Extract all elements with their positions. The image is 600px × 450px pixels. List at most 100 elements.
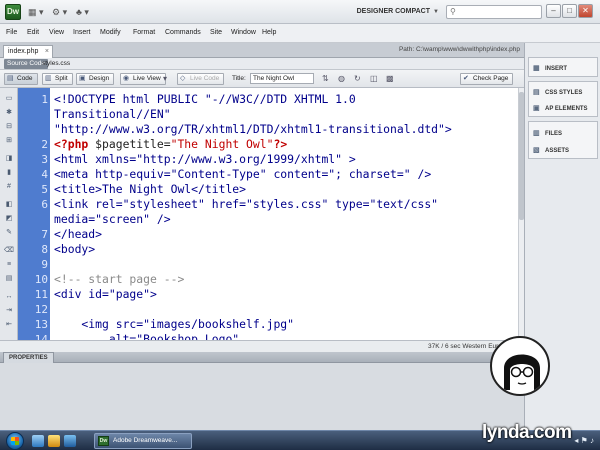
split-view-button[interactable]: ▥ Split [42,73,73,85]
select-parent-tag-icon[interactable]: ◨ [3,154,15,164]
css-styles-icon: ▤ [533,89,540,96]
preview-browser-icon[interactable]: ◍ [338,74,345,83]
code-line[interactable]: 4 <meta http-equiv="Content-Type" content… [18,167,518,182]
syntax-error-icon[interactable]: ◩ [3,214,15,224]
quick-launch-explorer-icon[interactable] [48,435,60,447]
extend-gear-icon[interactable]: ⚙ ▾ [52,6,67,18]
workspace-switcher[interactable]: DESIGNER COMPACT ▼ [352,5,440,19]
line-number: 2 [41,138,48,151]
apply-comment-icon[interactable]: ✎ [3,228,15,238]
code-view-icon: ▤ [7,75,14,82]
css-styles-panel-tab[interactable]: ▤ CSS STYLES [533,88,582,96]
validate-icon[interactable]: ▩ [386,74,394,83]
indent-code-icon[interactable]: ⇥ [3,306,15,316]
files-panel-tab[interactable]: ▥ FILES [533,129,562,137]
menu-window[interactable]: Window [231,29,256,36]
layout-menu-icon[interactable]: ▦ ▾ [28,6,44,18]
menu-view[interactable]: View [49,29,64,36]
title-label: Title: [232,75,246,82]
balance-braces-icon[interactable]: ▮ [3,168,15,178]
code-line[interactable]: 2 <?php $pagetitle="The Night Owl"?> [18,137,518,152]
code-line[interactable]: 11 <div id="page"> [18,287,518,302]
line-number: 8 [41,243,48,256]
recent-snippets-icon[interactable]: ▤ [3,274,15,284]
menu-format[interactable]: Format [133,29,155,36]
code-line[interactable]: 14 alt="Bookshop Logo" [18,332,518,340]
code-text: <meta http-equiv="Content-Type" content=… [54,167,431,182]
taskbar-dreamweaver-item[interactable]: Dw Adobe Dreamweave... [94,433,192,449]
remove-comment-icon[interactable]: ⌫ [3,246,15,256]
quick-launch-desktop-icon[interactable] [32,435,44,447]
minimize-button[interactable]: – [546,4,561,18]
menu-insert[interactable]: Insert [73,29,91,36]
outdent-code-icon[interactable]: ⇤ [3,320,15,330]
maximize-button[interactable]: □ [562,4,577,18]
code-line[interactable]: 9 [18,257,518,272]
live-view-button[interactable]: ◉ Live View [120,73,166,85]
menu-modify[interactable]: Modify [100,29,121,36]
menu-help[interactable]: Help [262,29,276,36]
related-file-styles-css[interactable]: styles.css [42,60,70,67]
close-icon[interactable]: × [45,46,49,58]
design-view-button[interactable]: ▣ Design [76,73,115,85]
system-tray-icons[interactable]: ◂ ⚑ ♪ [574,436,594,445]
quick-launch-browser-icon[interactable] [64,435,76,447]
document-tab-bar: index.php × Path: C:\wamp\www\dwwithphp\… [0,43,524,58]
close-button[interactable]: ✕ [578,4,593,18]
code-token: <body> [54,242,96,256]
code-line[interactable]: Transitional//EN" [18,107,518,122]
collapse-selection-icon[interactable]: ⊟ [3,122,15,132]
visual-aids-icon[interactable]: ◫ [370,74,378,83]
move-css-icon[interactable]: ↔ [3,292,15,302]
code-line[interactable]: 7 </head> [18,227,518,242]
code-line[interactable]: 5 <title>The Night Owl</title> [18,182,518,197]
live-view-options-icon[interactable]: ▾ [163,74,167,83]
check-page-button[interactable]: ✔ Check Page [460,73,514,85]
open-documents-icon[interactable]: ▭ [3,94,15,104]
code-line[interactable]: 13 <img src="images/bookshelf.jpg" [18,317,518,332]
menu-site[interactable]: Site [210,29,222,36]
code-line[interactable]: media="screen" /> [18,212,518,227]
code-token: <?php [54,137,89,151]
help-search-input[interactable]: ⚲ [446,5,542,19]
code-line[interactable]: "http://www.w3.org/TR/xhtml1/DTD/xhtml1-… [18,122,518,137]
code-line[interactable]: 12 [18,302,518,317]
document-path: Path: C:\wamp\www\dwwithphp\index.php [398,46,520,53]
code-token: <!DOCTYPE html PUBLIC "-//W3C//DTD XHTML… [54,92,356,106]
assets-panel-tab[interactable]: ▧ ASSETS [533,146,569,154]
code-view-button[interactable]: ▤ Code [4,73,38,85]
menu-edit[interactable]: Edit [27,29,39,36]
code-token: ?> [273,137,288,151]
code-text: <!DOCTYPE html PUBLIC "-//W3C//DTD XHTML… [54,92,356,107]
code-line[interactable]: 10 <!-- start page --> [18,272,518,287]
line-numbers-icon[interactable]: # [3,182,15,192]
menu-file[interactable]: File [6,29,17,36]
highlight-invalid-icon[interactable]: ◧ [3,200,15,210]
document-tab-index[interactable]: index.php × [3,45,53,58]
line-number: 4 [41,168,48,181]
line-number: 3 [41,153,48,166]
start-button[interactable] [6,432,24,450]
insert-panel-tab[interactable]: ▦ INSERT [533,64,567,72]
ap-elements-panel-tab[interactable]: ▣ AP ELEMENTS [533,104,588,112]
code-token: </head> [54,227,103,241]
menu-commands[interactable]: Commands [165,29,201,36]
code-line[interactable]: 3 <html xmlns="http://www.w3.org/1999/xht… [18,152,518,167]
line-number: 13 [34,318,48,331]
document-title-input[interactable]: The Night Owl [250,73,314,84]
refresh-icon[interactable]: ↻ [354,74,361,83]
wrap-tag-icon[interactable]: ≡ [3,260,15,270]
line-number: 11 [34,288,48,301]
workspace-label: DESIGNER COMPACT [356,8,430,15]
collapse-tag-icon[interactable]: ✱ [3,108,15,118]
site-user-icon[interactable]: ♣ ▾ [76,6,89,18]
code-editor[interactable]: 1 <!DOCTYPE html PUBLIC "-//W3C//DTD XHTM… [18,88,518,340]
code-token: <!-- start page --> [54,272,185,286]
code-line[interactable]: 8 <body> [18,242,518,257]
file-management-icon[interactable]: ⇅ [322,74,329,83]
expand-all-icon[interactable]: ⊞ [3,136,15,146]
live-code-button[interactable]: ◇ Live Code [177,73,225,85]
properties-tab[interactable]: PROPERTIES [3,352,54,363]
code-line[interactable]: 1 <!DOCTYPE html PUBLIC "-//W3C//DTD XHTM… [18,92,518,107]
code-line[interactable]: 6 <link rel="stylesheet" href="styles.css… [18,197,518,212]
